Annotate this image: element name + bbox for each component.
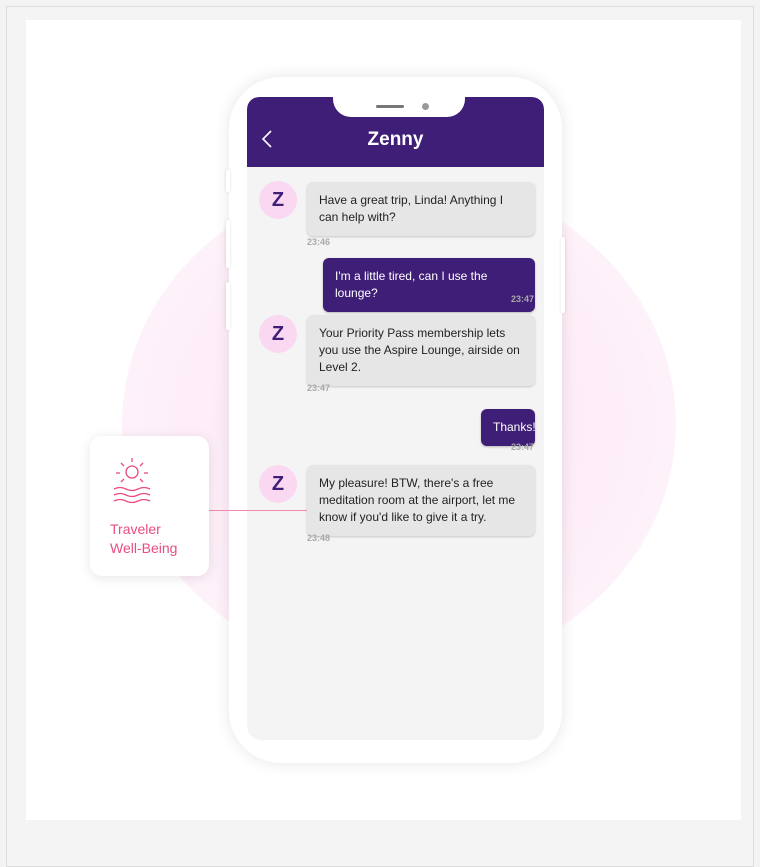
feature-card: Traveler Well-Being [90,436,209,576]
bot-message-bubble: Your Priority Pass membership lets you u… [307,315,535,386]
message-timestamp: 23:46 [307,237,331,247]
bot-message-bubble: Have a great trip, Linda! Anything I can… [307,182,535,236]
bot-avatar: Z [259,465,297,503]
phone-volume-up [226,220,230,268]
user-message-bubble: I'm a little tired, can I use the lounge… [323,258,535,312]
connector-line [209,510,307,511]
message-timestamp: 23:48 [307,533,331,543]
front-camera [422,103,429,110]
sun-over-waves-icon [108,454,156,515]
phone-power-button [561,237,565,313]
feature-card-label: Traveler Well-Being [110,520,206,558]
message-timestamp: 23:47 [511,294,535,304]
message-timestamp: 23:47 [511,442,535,452]
feature-card-label-line2: Well-Being [110,540,178,556]
user-message-bubble: Thanks! [481,409,536,446]
speaker-grille [376,105,404,108]
phone-volume-down [226,282,230,330]
phone-notch [333,97,465,117]
bot-avatar: Z [259,181,297,219]
phone-mockup: Zenny Z Have a great trip, Linda! Anythi… [226,77,565,763]
chat-screen: Zenny Z Have a great trip, Linda! Anythi… [247,97,544,740]
bot-avatar: Z [259,315,297,353]
message-timestamp: 23:47 [307,383,331,393]
illustration-canvas: Zenny Z Have a great trip, Linda! Anythi… [26,20,741,820]
chat-title: Zenny [367,129,424,150]
bot-message-bubble: My pleasure! BTW, there's a free meditat… [307,465,535,536]
phone-side-button [226,170,230,192]
feature-card-label-line1: Traveler [110,521,161,537]
